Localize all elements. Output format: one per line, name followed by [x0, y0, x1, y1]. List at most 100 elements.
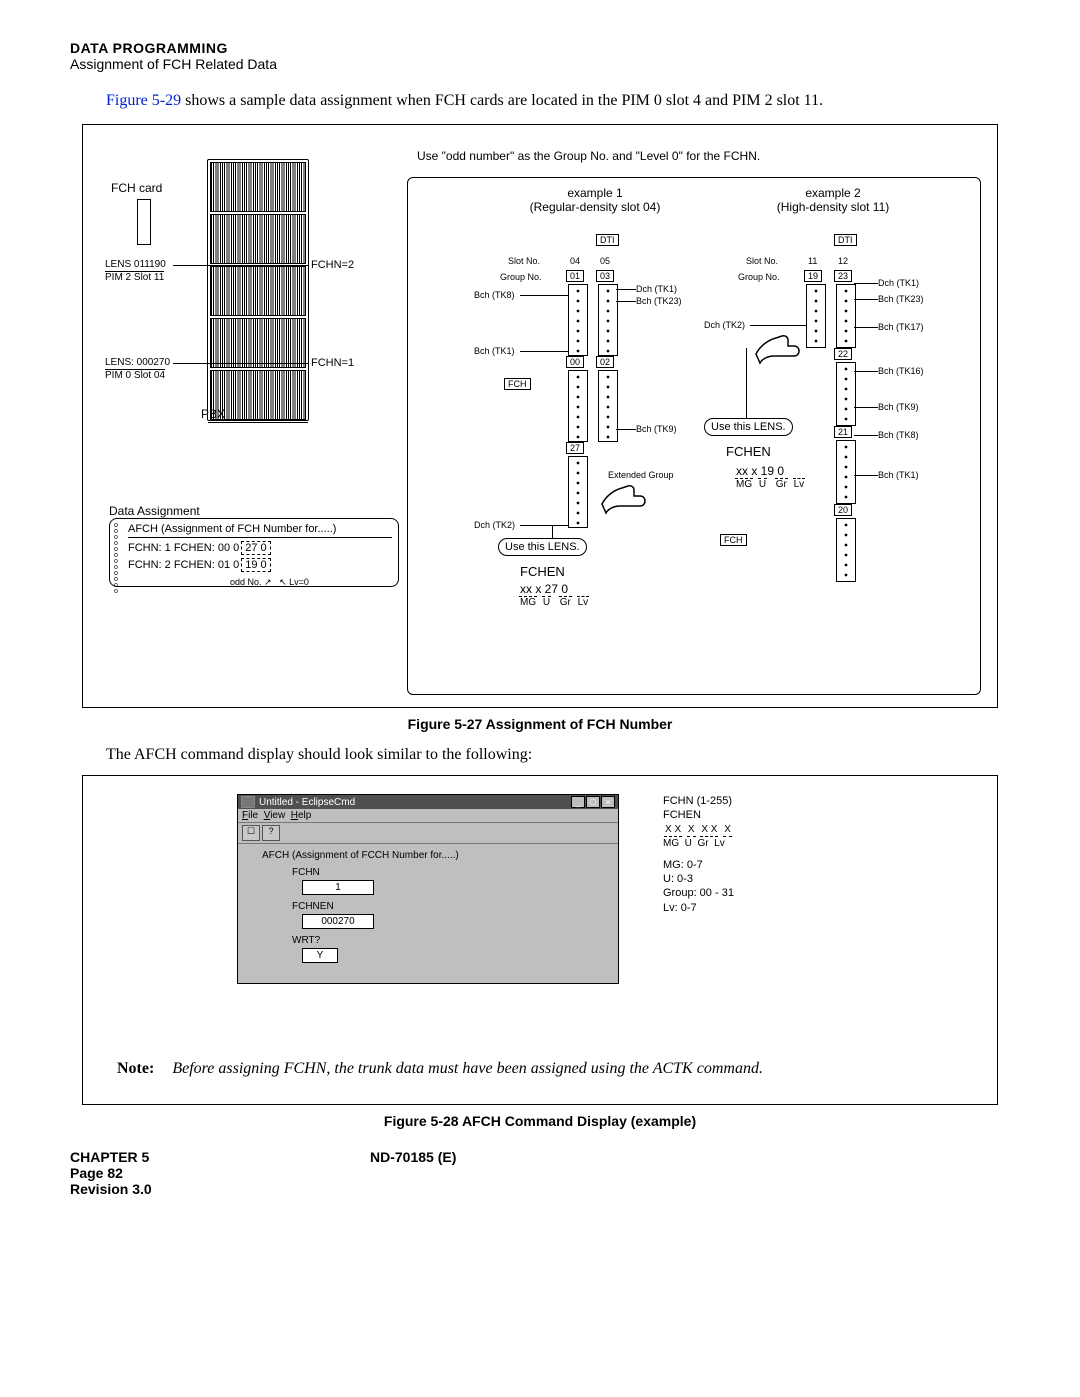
footer-docnum: ND-70185 (E) — [370, 1149, 456, 1165]
fchen-formula-2: xx x 19 0 — [736, 464, 784, 478]
fch-card-label: FCH card — [111, 181, 162, 195]
menu-help[interactable]: Help — [291, 810, 312, 821]
fchen-label-1: FCHEN — [520, 564, 565, 579]
grp-02: 02 — [596, 356, 614, 368]
legend-mg: MG — [663, 838, 679, 849]
dch-tk1-label-2: Dch (TK1) — [878, 278, 919, 288]
footer-revision: Revision 3.0 — [70, 1181, 1010, 1197]
maximize-icon[interactable]: □ — [586, 796, 600, 808]
slot-11-a — [806, 284, 826, 348]
grp-22: 22 — [834, 348, 852, 360]
afch-box: oooooooooooo AFCH (Assignment of FCH Num… — [109, 518, 399, 587]
legend-xx-1: X X — [664, 823, 682, 837]
toolbar-btn-help[interactable]: ? — [262, 825, 280, 841]
data-assignment-panel: Data Assignment oooooooooooo AFCH (Assig… — [109, 504, 399, 587]
fchn-field-value[interactable]: 1 — [302, 880, 374, 895]
bch-tk9-label-2: Bch (TK9) — [878, 402, 919, 412]
slot-04-top — [568, 284, 588, 356]
note-row: Note: Before assigning FCHN, the trunk d… — [117, 1060, 973, 1078]
lens-1-label: LENS 011190 — [105, 259, 166, 270]
bch-tk9-label-1: Bch (TK9) — [636, 424, 677, 434]
legend-x-2: X — [687, 823, 696, 837]
slot-05-num: 05 — [600, 256, 610, 266]
slot-12-a — [836, 284, 856, 348]
group-no-label-2: Group No. — [738, 272, 780, 282]
afch-row2-a: FCHN: 2 FCHEN: 01 0 — [128, 559, 239, 571]
legend-fchen: FCHEN — [663, 808, 734, 822]
example-2-title: example 2 — [748, 186, 918, 200]
fchnen-field-value[interactable]: 000270 — [302, 914, 374, 929]
use-lens-callout-2: Use this LENS. — [704, 418, 793, 436]
dch-tk2-label-1: Dch (TK2) — [474, 520, 515, 530]
legend-fchn-range: FCHN (1-255) — [663, 794, 734, 808]
footer-chapter: CHAPTER 5 — [70, 1149, 370, 1165]
bch-tk1-label-r: Bch (TK1) — [878, 470, 919, 480]
lv-l2: Lv — [793, 478, 806, 490]
dch-tk1-label: Dch (TK1) — [636, 284, 677, 294]
app-icon — [241, 796, 255, 808]
bch-tk8-label: Bch (TK8) — [474, 290, 515, 300]
example-2-sub: (High-density slot 11) — [748, 200, 918, 214]
window-body: AFCH (Assignment of FCCH Number for.....… — [238, 844, 618, 983]
fchn-field-label: FCHN — [292, 867, 608, 878]
bch-tk16-label: Bch (TK16) — [878, 366, 924, 376]
note-label: Note: — [117, 1060, 154, 1077]
close-icon[interactable]: × — [601, 796, 615, 808]
bch-tk8-label-2: Bch (TK8) — [878, 430, 919, 440]
u-l1: U — [542, 596, 551, 608]
lens-2-label: LENS: 000270 — [105, 357, 170, 368]
slot-12-num: 12 — [838, 256, 848, 266]
minimize-icon[interactable]: _ — [571, 796, 585, 808]
wrt-field-label: WRT? — [292, 935, 608, 946]
intro-text: shows a sample data assignment when FCH … — [181, 92, 823, 109]
pim-0-label: PIM 0 Slot 04 — [105, 369, 165, 381]
slot-no-label-2: Slot No. — [746, 256, 778, 266]
window-menubar: File View Help — [238, 809, 618, 823]
fch-box-1: FCH — [504, 378, 531, 390]
pointing-hand-icon-2 — [748, 318, 808, 378]
perforation-icon: oooooooooooo — [114, 523, 122, 582]
mg-l2: MG — [735, 478, 753, 490]
wrt-field-value[interactable]: Y — [302, 948, 338, 963]
menu-file[interactable]: File — [242, 810, 258, 821]
footer-page: Page 82 — [70, 1165, 1010, 1181]
use-lens-callout-1: Use this LENS. — [498, 538, 587, 556]
grp-23: 23 — [834, 270, 852, 282]
toolbar-btn-1[interactable]: ☐ — [242, 825, 260, 841]
grp-21: 21 — [834, 426, 852, 438]
legend-group-range: Group: 00 - 31 — [663, 886, 734, 900]
legend-u-range: U: 0-3 — [663, 872, 734, 886]
bch-tk1-label-l: Bch (TK1) — [474, 346, 515, 356]
slot-04-ext — [568, 456, 588, 528]
dch-tk2-label-2: Dch (TK2) — [704, 320, 745, 330]
lv-l1: Lv — [577, 596, 590, 608]
slot-05-top — [598, 284, 618, 356]
slot-12-b — [836, 362, 856, 426]
figure-5-28-frame: Untitled - EclipseCmd _ □ × File View He… — [82, 775, 998, 1105]
grp-01: 01 — [566, 270, 584, 282]
lv-0-label: Lv=0 — [289, 577, 309, 587]
figure-5-27-frame: Use "odd number" as the Group No. and "L… — [82, 124, 998, 708]
grp-20: 20 — [834, 504, 852, 516]
figure-instruction: Use "odd number" as the Group No. and "L… — [417, 149, 760, 163]
intro-paragraph: Figure 5-29 shows a sample data assignme… — [106, 90, 974, 112]
pointing-hand-icon-1 — [594, 468, 654, 528]
gr-l2: Gr — [775, 478, 788, 490]
odd-no-label: odd No. — [230, 577, 262, 587]
fchn-2-label: FCHN=2 — [311, 259, 354, 271]
menu-view[interactable]: View — [264, 810, 286, 821]
fchen-formula-1: xx x 27 0 — [520, 582, 568, 596]
slot-12-d — [836, 518, 856, 582]
example-1-title: example 1 — [510, 186, 680, 200]
afch-row2-grp: 19 0 — [241, 558, 270, 572]
pbx-tower-icon — [207, 159, 309, 421]
dti-box-2: DTI — [834, 234, 857, 246]
afch-row1-a: FCHN: 1 FCHEN: 00 0 — [128, 542, 239, 554]
fch-box-2: FCH — [720, 534, 747, 546]
body-heading: AFCH (Assignment of FCCH Number for.....… — [262, 850, 608, 861]
figure-ref-link[interactable]: Figure 5-29 — [106, 92, 181, 109]
dti-box-1: DTI — [596, 234, 619, 246]
grp-00: 00 — [566, 356, 584, 368]
figure-5-28-caption: Figure 5-28 AFCH Command Display (exampl… — [70, 1113, 1010, 1129]
u-l2: U — [758, 478, 767, 490]
